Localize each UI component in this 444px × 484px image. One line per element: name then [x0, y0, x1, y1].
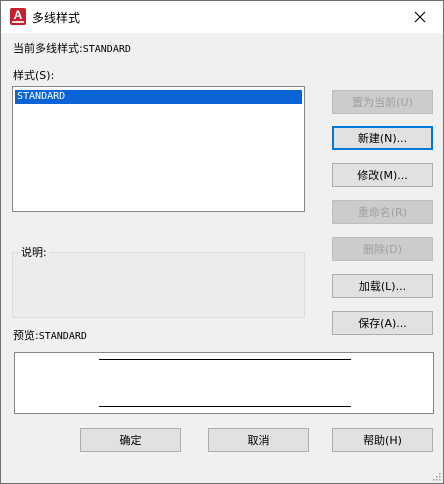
load-button[interactable]: 加载(L)...: [332, 274, 433, 298]
app-icon-underline: [12, 21, 24, 23]
resize-grip-icon[interactable]: [431, 471, 441, 481]
ok-button[interactable]: 确定: [80, 428, 181, 452]
set-current-button[interactable]: 置为当前(U): [332, 90, 433, 114]
current-style-row: 当前多线样式:STANDARD: [13, 40, 131, 56]
styles-list-label: 样式(S):: [13, 69, 55, 82]
autocad-app-icon: A: [10, 8, 26, 25]
new-button[interactable]: 新建(N)...: [332, 126, 433, 150]
description-label: 说明:: [19, 244, 49, 260]
preview-pane: [14, 352, 434, 414]
save-button[interactable]: 保存(A)...: [332, 311, 433, 335]
current-style-value: STANDARD: [82, 44, 131, 55]
description-box: [12, 252, 305, 318]
current-style-label: 当前多线样式:: [13, 42, 83, 55]
preview-label: 预览:: [13, 329, 39, 342]
cancel-button[interactable]: 取消: [208, 428, 309, 452]
close-icon: [414, 11, 426, 23]
preview-bottom-line: [99, 406, 351, 407]
modify-button[interactable]: 修改(M)...: [332, 163, 433, 187]
style-list-item[interactable]: STANDARD: [15, 90, 302, 104]
styles-listbox[interactable]: STANDARD: [12, 86, 305, 212]
app-icon-letter: A: [13, 8, 23, 22]
preview-row: 预览:STANDARD: [13, 327, 87, 343]
preview-style-name: STANDARD: [38, 331, 87, 342]
title-bar[interactable]: A 多线样式: [1, 1, 443, 33]
rename-button[interactable]: 重命名(R): [332, 200, 433, 224]
window-title: 多线样式: [32, 11, 81, 25]
preview-top-line: [99, 359, 351, 360]
close-button[interactable]: [397, 1, 443, 33]
help-button[interactable]: 帮助(H): [332, 428, 433, 452]
delete-button[interactable]: 删除(D): [332, 237, 433, 261]
multiline-style-dialog: A 多线样式 当前多线样式:STANDARD 样式(S): STANDARD 说…: [0, 0, 444, 484]
